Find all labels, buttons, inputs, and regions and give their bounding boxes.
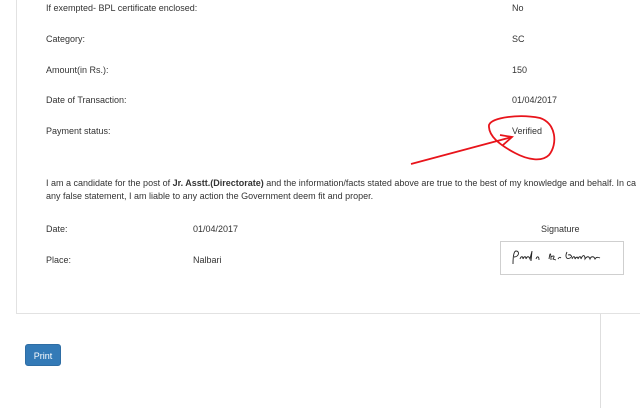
declaration-text: I am a candidate for the post of Jr. Ass… bbox=[46, 177, 640, 203]
detail-label: Payment status: bbox=[46, 126, 111, 136]
detail-value: SC bbox=[512, 34, 525, 44]
declaration-prefix: I am a candidate for the post of bbox=[46, 178, 173, 188]
handwritten-signature bbox=[512, 250, 601, 265]
date-value: 01/04/2017 bbox=[193, 224, 239, 234]
post-name: Jr. Asstt.(Directorate) bbox=[172, 178, 264, 188]
payment-status-value: Verified bbox=[512, 126, 543, 136]
signature-label: Signature bbox=[541, 224, 580, 234]
detail-value: 150 bbox=[512, 65, 528, 75]
detail-value: 01/04/2017 bbox=[512, 95, 558, 105]
detail-label: If exempted- BPL certificate enclosed: bbox=[46, 3, 198, 13]
detail-value: No bbox=[512, 3, 524, 13]
place-label: Place: bbox=[46, 255, 72, 265]
date-label: Date: bbox=[46, 224, 68, 234]
detail-label: Date of Transaction: bbox=[46, 95, 127, 105]
print-button[interactable]: Print bbox=[25, 344, 61, 366]
declaration-line2: any false statement, I am liable to any … bbox=[46, 191, 374, 201]
signature-image bbox=[500, 241, 624, 275]
detail-label: Category: bbox=[46, 34, 86, 44]
declaration-suffix: and the information/facts stated above a… bbox=[263, 178, 637, 188]
place-value: Nalbari bbox=[193, 255, 222, 265]
detail-label: Amount(in Rs.): bbox=[46, 65, 109, 75]
